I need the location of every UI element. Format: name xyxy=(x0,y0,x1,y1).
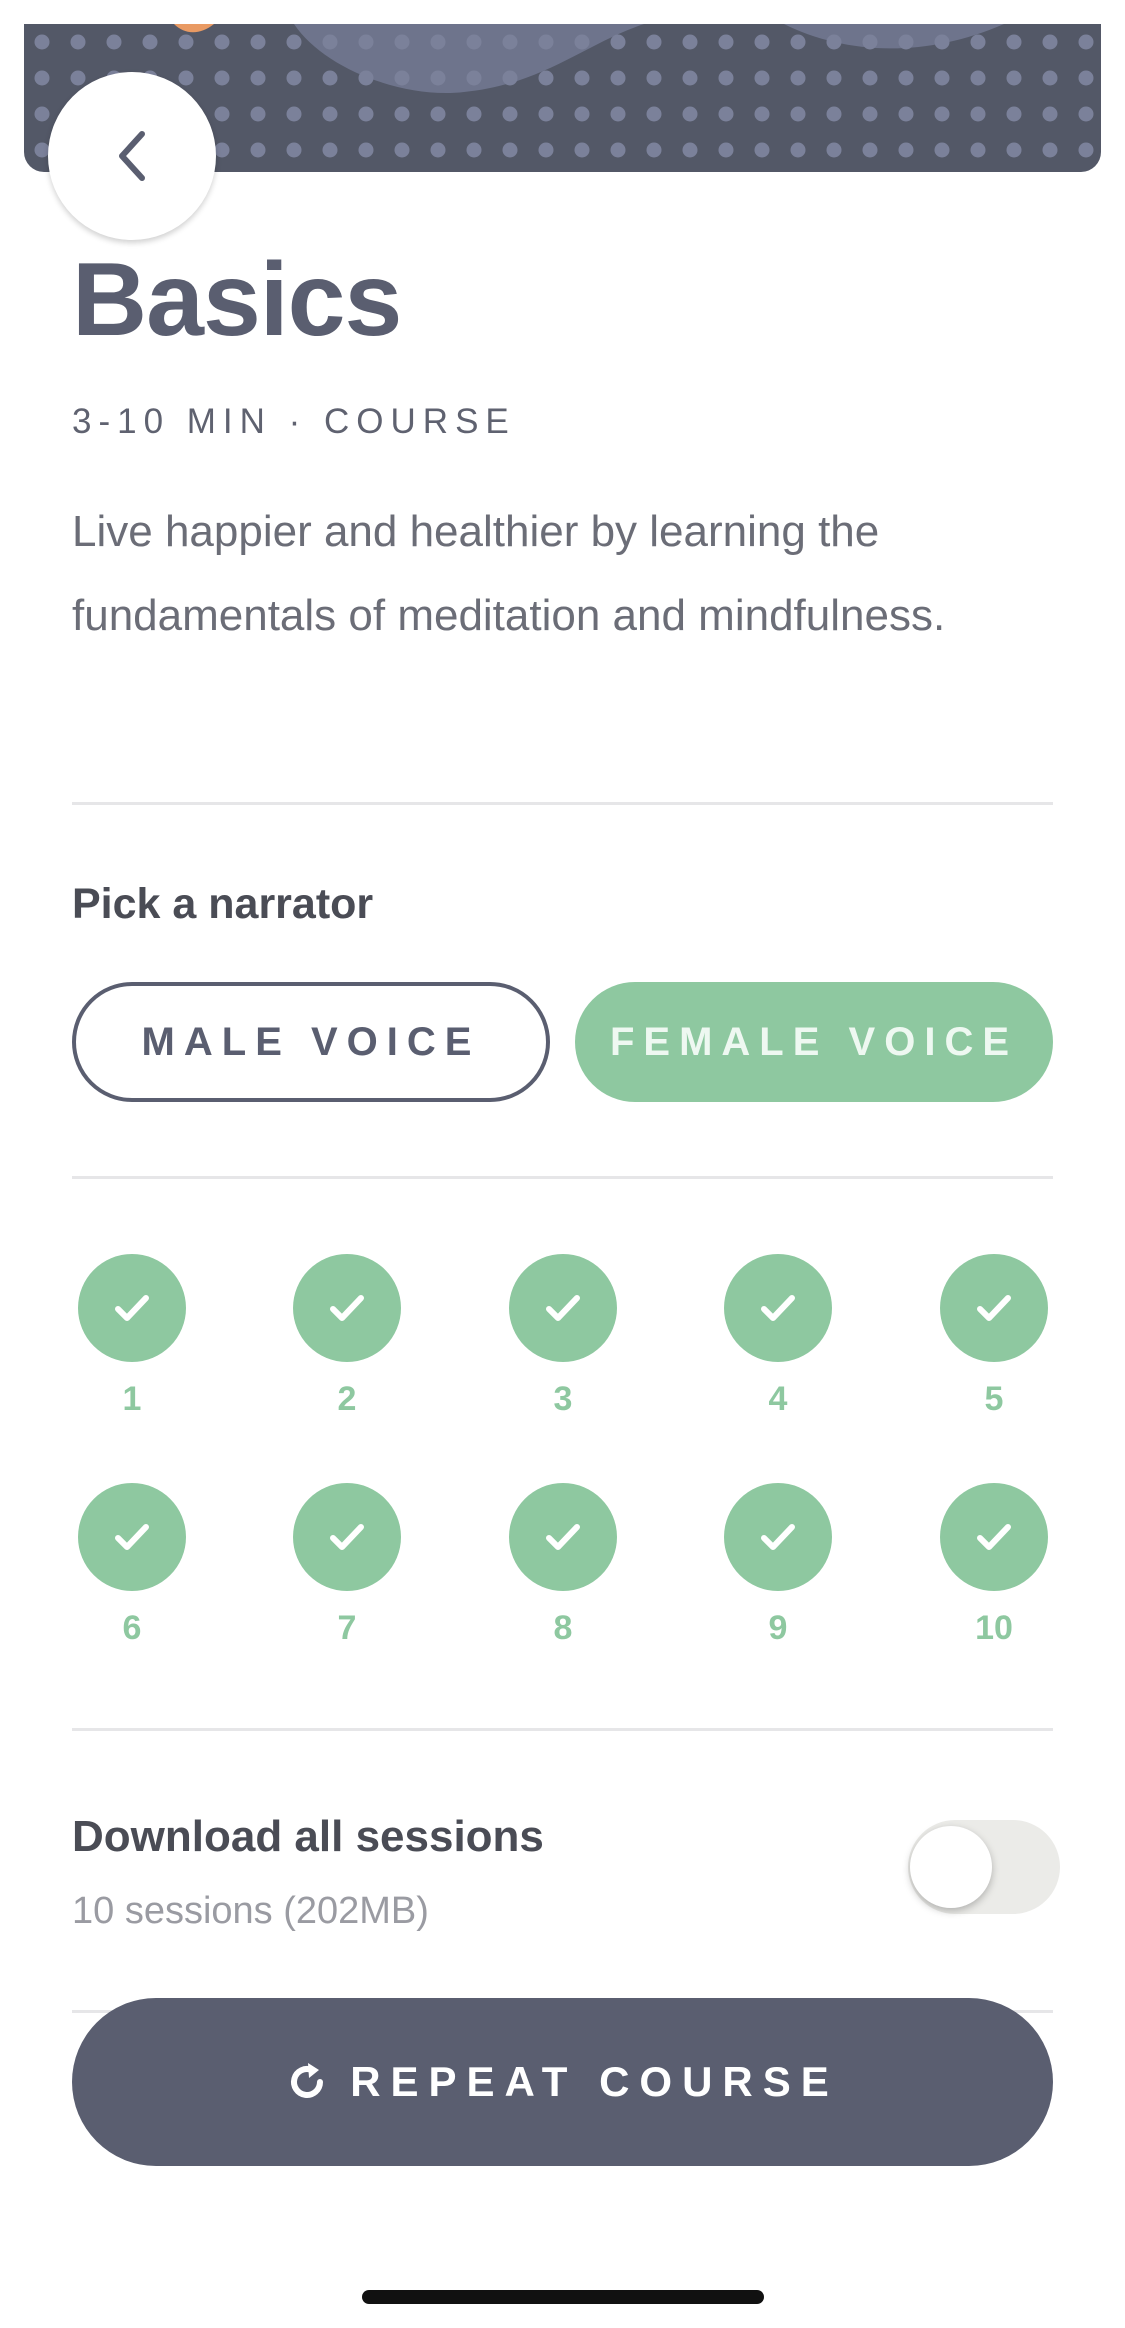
checkmark-icon xyxy=(115,1524,149,1550)
home-indicator xyxy=(362,2290,764,2304)
toggle-knob xyxy=(910,1826,992,1908)
female-voice-button[interactable]: FEMALE VOICE xyxy=(575,982,1053,1102)
session-number: 3 xyxy=(553,1380,573,1418)
session-2[interactable]: 2 xyxy=(287,1254,407,1419)
session-10[interactable]: 10 xyxy=(934,1483,1054,1648)
session-9[interactable]: 9 xyxy=(718,1483,838,1648)
checkmark-icon xyxy=(546,1295,580,1321)
session-number: 5 xyxy=(984,1380,1004,1418)
male-voice-button[interactable]: MALE VOICE xyxy=(72,982,550,1102)
session-number: 7 xyxy=(337,1609,357,1647)
session-complete-badge xyxy=(509,1254,617,1362)
male-voice-label: MALE VOICE xyxy=(141,1019,481,1064)
session-7[interactable]: 7 xyxy=(287,1483,407,1648)
session-number: 2 xyxy=(337,1380,357,1418)
session-number: 4 xyxy=(768,1380,788,1418)
download-all-toggle[interactable] xyxy=(908,1820,1060,1914)
session-complete-badge xyxy=(293,1254,401,1362)
checkmark-icon xyxy=(761,1524,795,1550)
session-complete-badge xyxy=(724,1483,832,1591)
session-4[interactable]: 4 xyxy=(718,1254,838,1419)
checkmark-icon xyxy=(977,1295,1011,1321)
session-number: 6 xyxy=(122,1609,142,1647)
divider xyxy=(72,1728,1053,1731)
session-complete-badge xyxy=(724,1254,832,1362)
course-meta: 3-10 MIN · COURSE xyxy=(72,402,516,441)
back-button[interactable] xyxy=(48,72,216,240)
checkmark-icon xyxy=(330,1295,364,1321)
divider xyxy=(72,802,1053,805)
checkmark-icon xyxy=(761,1295,795,1321)
session-complete-badge xyxy=(293,1483,401,1591)
narrator-heading: Pick a narrator xyxy=(72,880,374,928)
checkmark-icon xyxy=(330,1524,364,1550)
chevron-left-icon xyxy=(119,131,145,181)
checkmark-icon xyxy=(977,1524,1011,1550)
session-number: 8 xyxy=(553,1609,573,1647)
repeat-course-button[interactable]: REPEAT COURSE xyxy=(72,1998,1053,2166)
session-1[interactable]: 1 xyxy=(72,1254,192,1419)
female-voice-label: FEMALE VOICE xyxy=(609,1019,1019,1064)
checkmark-icon xyxy=(115,1295,149,1321)
session-complete-badge xyxy=(940,1483,1048,1591)
session-complete-badge xyxy=(509,1483,617,1591)
session-3[interactable]: 3 xyxy=(503,1254,623,1419)
divider xyxy=(72,1176,1053,1179)
session-number: 1 xyxy=(122,1380,142,1418)
session-number: 10 xyxy=(975,1609,1013,1647)
session-8[interactable]: 8 xyxy=(503,1483,623,1648)
session-6[interactable]: 6 xyxy=(72,1483,192,1648)
repeat-course-label: REPEAT COURSE xyxy=(350,2058,839,2105)
refresh-icon xyxy=(291,2063,324,2098)
session-number: 9 xyxy=(768,1609,788,1647)
session-complete-badge xyxy=(78,1254,186,1362)
session-5[interactable]: 5 xyxy=(934,1254,1054,1419)
download-all-title: Download all sessions xyxy=(72,1812,544,1861)
course-description: Live happier and healthier by learning t… xyxy=(72,507,946,640)
course-title: Basics xyxy=(72,242,402,358)
checkmark-icon xyxy=(546,1524,580,1550)
session-complete-badge xyxy=(940,1254,1048,1362)
download-all-subtitle: 10 sessions (202MB) xyxy=(72,1890,429,1932)
session-complete-badge xyxy=(78,1483,186,1591)
